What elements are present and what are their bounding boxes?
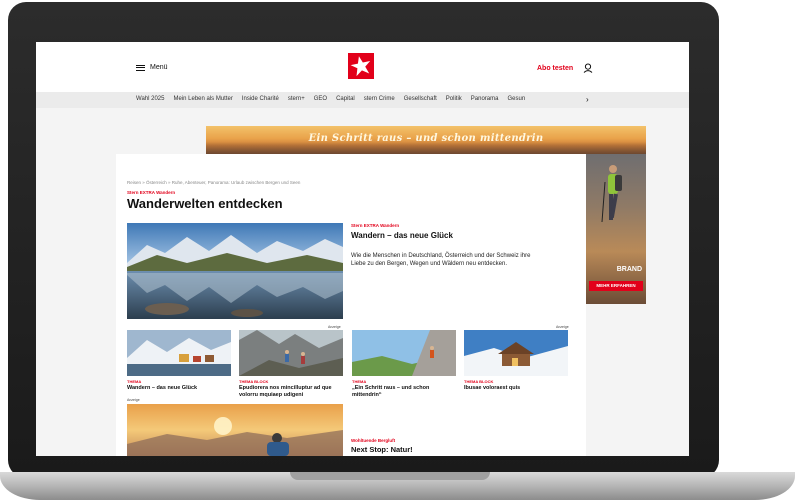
- main-content: Reisen » Österreich » Ruhe, Abenteuer, P…: [116, 154, 586, 456]
- menu-label: Menü: [150, 64, 168, 71]
- nav-item[interactable]: Gesellschaft: [404, 96, 437, 102]
- card-image-rock-hikers: [239, 330, 343, 376]
- hero-image-mountain-lake[interactable]: [127, 223, 343, 319]
- nav-items: Wahl 2025 Mein Leben als Mutter Inside Cha…: [136, 96, 525, 102]
- article-card[interactable]: THEMA BLOCK Epudiorera nos mincilluptur …: [239, 330, 343, 398]
- bottom-teaser[interactable]: Wohltuende Bergluft Next Stop: Natur!: [351, 438, 531, 454]
- stern-logo[interactable]: [348, 53, 374, 79]
- nav-item[interactable]: Politik: [446, 96, 462, 102]
- nav-item[interactable]: Wahl 2025: [136, 96, 164, 102]
- card-kicker: THEMA BLOCK: [464, 379, 494, 384]
- nav-item[interactable]: stern Crime: [364, 96, 395, 102]
- menu-button[interactable]: Menü: [136, 64, 168, 71]
- nav-item[interactable]: Gesun: [507, 96, 525, 102]
- ad-label: Anzeige: [127, 398, 140, 402]
- breadcrumb[interactable]: Reisen » Österreich » Ruhe, Abenteuer, P…: [127, 180, 300, 185]
- nav-fade: [556, 92, 586, 108]
- laptop-base-notch: [290, 472, 490, 480]
- site-header: Menü Abo testen: [36, 42, 689, 92]
- card-image-climber: [352, 330, 456, 376]
- banner-ad-text: Ein Schritt raus – und schon mittendrin: [308, 133, 544, 144]
- abo-testen-link[interactable]: Abo testen: [537, 65, 573, 72]
- nav-item[interactable]: GEO: [314, 96, 327, 102]
- page-kicker: Stern EXTRA Wandern: [127, 190, 176, 195]
- card-kicker: THEMA BLOCK: [239, 379, 269, 384]
- hero-kicker: Stern EXTRA Wandern: [351, 223, 400, 228]
- bottom-kicker: Wohltuende Bergluft: [351, 438, 396, 443]
- card-title[interactable]: Wandern – das neue Glück: [127, 385, 231, 392]
- hero-teaser: Wie die Menschen in Deutschland, Österre…: [351, 253, 531, 268]
- bottom-title[interactable]: Next Stop: Natur!: [351, 445, 531, 454]
- article-card[interactable]: THEMA „Ein Schritt raus – und schon mitt…: [352, 330, 456, 398]
- card-title[interactable]: Ibusae voloraest quis: [464, 385, 568, 392]
- ad-label: Anzeige: [556, 325, 569, 329]
- laptop-screen: Menü Abo testen Wahl 2025 Mein Leben als …: [36, 42, 689, 456]
- skyscraper-ad[interactable]: BRAND MEHR ERFAHREN: [586, 154, 646, 304]
- card-title[interactable]: Epudiorera nos mincilluptur ad que volor…: [239, 385, 343, 398]
- user-icon[interactable]: [583, 63, 593, 73]
- card-title[interactable]: „Ein Schritt raus – und schon mittendrin…: [352, 385, 456, 398]
- card-kicker: THEMA: [127, 379, 142, 384]
- card-kicker: THEMA: [352, 379, 367, 384]
- mehr-erfahren-button[interactable]: MEHR ERFAHREN: [589, 281, 643, 291]
- bottom-image-sunrise[interactable]: [127, 404, 343, 456]
- ad-label: Anzeige: [328, 325, 341, 329]
- category-nav: Wahl 2025 Mein Leben als Mutter Inside Cha…: [36, 92, 689, 108]
- nav-item[interactable]: Capital: [336, 96, 355, 102]
- hero-title[interactable]: Wandern – das neue Glück: [351, 231, 531, 240]
- page-title: Wanderwelten entdecken: [127, 196, 283, 211]
- chevron-right-icon[interactable]: ›: [586, 95, 589, 104]
- nav-item[interactable]: Panorama: [471, 96, 499, 102]
- article-card[interactable]: THEMA Wandern – das neue Glück: [127, 330, 231, 392]
- star-logo-icon: [350, 56, 371, 77]
- card-image-snow-hut: [464, 330, 568, 376]
- article-card[interactable]: THEMA BLOCK Ibusae voloraest quis: [464, 330, 568, 392]
- hiker-image: [601, 165, 622, 223]
- nav-item[interactable]: Inside Charité: [242, 96, 279, 102]
- hero-text[interactable]: Stern EXTRA Wandern Wandern – das neue G…: [351, 223, 531, 269]
- card-image-snow-village: [127, 330, 231, 376]
- nav-item[interactable]: stern+: [288, 96, 305, 102]
- banner-ad[interactable]: Ein Schritt raus – und schon mittendrin: [206, 126, 646, 154]
- hamburger-icon: [136, 64, 145, 71]
- nav-item[interactable]: Mein Leben als Mutter: [173, 96, 232, 102]
- skyscraper-brand: BRAND: [616, 266, 642, 273]
